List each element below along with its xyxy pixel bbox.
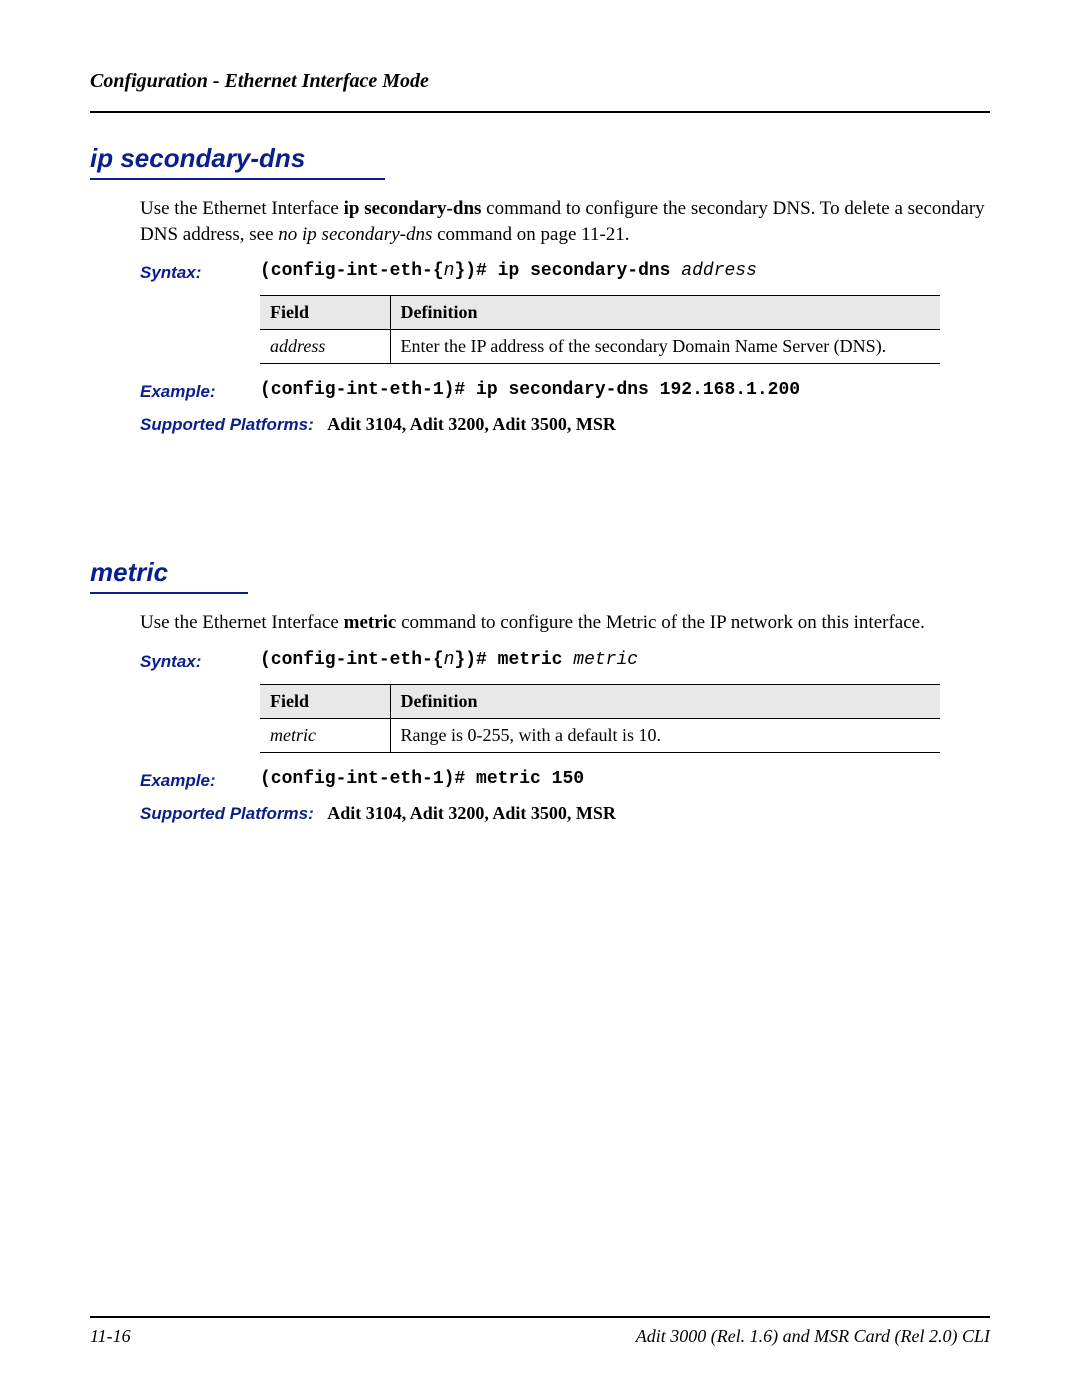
syntax-mid: })# metric (454, 650, 573, 670)
body-text-cmd: ip secondary-dns (344, 198, 482, 219)
example-value: (config-int-eth-1)# metric 150 (260, 769, 584, 789)
page-header-title: Configuration - Ethernet Interface Mode (90, 70, 990, 93)
syntax-value: (config-int-eth-{n})# ip secondary-dns a… (260, 261, 757, 281)
syntax-row: Syntax: (config-int-eth-{n})# ip seconda… (140, 261, 990, 283)
syntax-label: Syntax: (140, 261, 260, 283)
syntax-n: n (444, 261, 455, 281)
body-text-mid: command to configure the Metric of the I… (396, 612, 925, 633)
footer-divider (90, 1316, 990, 1318)
table-header-field: Field (260, 684, 390, 718)
param-table: Field Definition metric Range is 0-255, … (260, 684, 940, 753)
table-cell-field: address (260, 330, 390, 364)
table-row: address Enter the IP address of the seco… (260, 330, 940, 364)
table-cell-definition: Range is 0-255, with a default is 10. (390, 718, 940, 752)
table-cell-definition: Enter the IP address of the secondary Do… (390, 330, 940, 364)
example-row: Example: (config-int-eth-1)# metric 150 (140, 769, 990, 791)
section-body: Use the Ethernet Interface metric comman… (140, 610, 990, 636)
platforms-row: Supported Platforms: Adit 3104, Adit 320… (140, 414, 990, 435)
section-metric: metric Use the Ethernet Interface metric… (90, 557, 990, 824)
body-text-pre: Use the Ethernet Interface (140, 198, 344, 219)
syntax-mid: })# ip secondary-dns (454, 261, 681, 281)
body-text-cmd: metric (344, 612, 397, 633)
platforms-label: Supported Platforms: (140, 804, 314, 823)
param-table-wrap: Field Definition metric Range is 0-255, … (260, 684, 990, 753)
page-footer: 11-16 Adit 3000 (Rel. 1.6) and MSR Card … (90, 1316, 990, 1347)
table-header-field: Field (260, 296, 390, 330)
example-row: Example: (config-int-eth-1)# ip secondar… (140, 380, 990, 402)
section-title: metric (90, 557, 248, 594)
body-text-post: command on page 11-21. (432, 224, 629, 245)
header-divider (90, 111, 990, 113)
platforms-row: Supported Platforms: Adit 3104, Adit 320… (140, 803, 990, 824)
platforms-value: Adit 3104, Adit 3200, Adit 3500, MSR (327, 414, 616, 434)
syntax-row: Syntax: (config-int-eth-{n})# metric met… (140, 650, 990, 672)
section-ip-secondary-dns: ip secondary-dns Use the Ethernet Interf… (90, 143, 990, 435)
example-value: (config-int-eth-1)# ip secondary-dns 192… (260, 380, 800, 400)
param-table-wrap: Field Definition address Enter the IP ad… (260, 295, 990, 364)
example-label: Example: (140, 380, 260, 402)
table-header-definition: Definition (390, 296, 940, 330)
syntax-prefix: (config-int-eth-{ (260, 261, 444, 281)
body-text-italic: no ip secondary-dns (278, 224, 432, 245)
footer-page-number: 11-16 (90, 1326, 131, 1347)
footer-doc-title: Adit 3000 (Rel. 1.6) and MSR Card (Rel 2… (636, 1326, 990, 1347)
table-cell-field: metric (260, 718, 390, 752)
syntax-arg: address (681, 261, 757, 281)
table-header-definition: Definition (390, 684, 940, 718)
param-table: Field Definition address Enter the IP ad… (260, 295, 940, 364)
section-body: Use the Ethernet Interface ip secondary-… (140, 196, 990, 247)
example-label: Example: (140, 769, 260, 791)
section-title: ip secondary-dns (90, 143, 385, 180)
platforms-value: Adit 3104, Adit 3200, Adit 3500, MSR (327, 803, 616, 823)
syntax-arg: metric (573, 650, 638, 670)
syntax-prefix: (config-int-eth-{ (260, 650, 444, 670)
platforms-label: Supported Platforms: (140, 415, 314, 434)
table-row: metric Range is 0-255, with a default is… (260, 718, 940, 752)
syntax-label: Syntax: (140, 650, 260, 672)
syntax-n: n (444, 650, 455, 670)
body-text-pre: Use the Ethernet Interface (140, 612, 344, 633)
syntax-value: (config-int-eth-{n})# metric metric (260, 650, 638, 670)
